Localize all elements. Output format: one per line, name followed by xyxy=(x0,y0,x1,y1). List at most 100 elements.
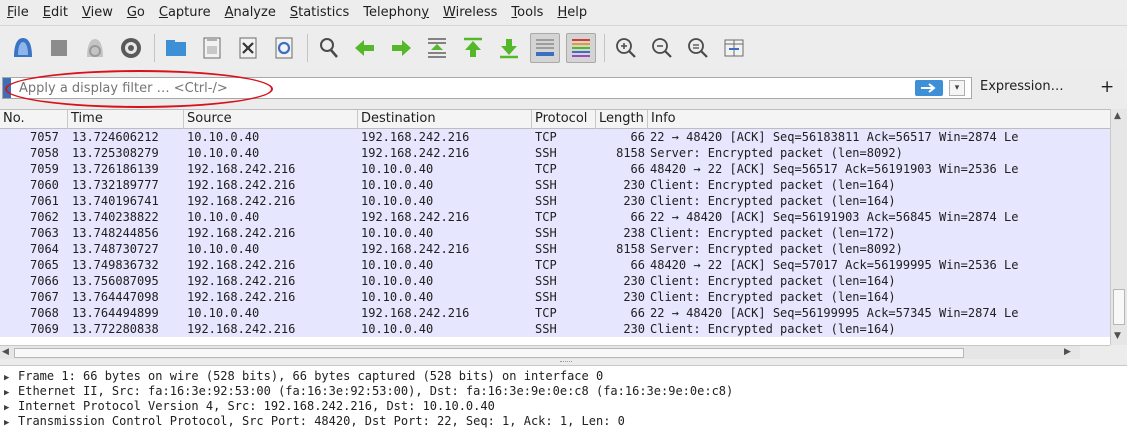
detail-text: Frame 1: 66 bytes on wire (528 bits), 66… xyxy=(18,369,604,383)
packet-row[interactable]: 7059 13.726186139 192.168.242.216 10.10.0.4… xyxy=(0,161,1110,177)
packet-protocol: SSH xyxy=(535,226,557,240)
packet-info: Client: Encrypted packet (len=164) xyxy=(650,290,896,304)
go-to-packet-icon[interactable] xyxy=(422,33,452,63)
column-header-no[interactable]: No. xyxy=(0,110,68,129)
packet-info: 22 → 48420 [ACK] Seq=56199995 Ack=57345 … xyxy=(650,306,1019,320)
menu-tools[interactable]: Tools xyxy=(504,0,550,26)
column-header-info[interactable]: Info xyxy=(648,110,1110,129)
scroll-right-icon[interactable]: ▶ xyxy=(1064,346,1071,359)
colorize-icon[interactable] xyxy=(566,33,596,63)
packet-destination: 10.10.0.40 xyxy=(361,178,434,192)
packet-info: 48420 → 22 [ACK] Seq=56517 Ack=56191903 … xyxy=(650,162,1019,176)
packet-row[interactable]: 7064 13.748730727 10.10.0.40 192.168.242.21… xyxy=(0,241,1110,257)
column-header-length[interactable]: Length xyxy=(596,110,648,129)
packet-number: 7060 xyxy=(30,178,59,192)
resize-columns-icon[interactable] xyxy=(719,33,749,63)
packet-row[interactable]: 7066 13.756087095 192.168.242.216 10.10.0.4… xyxy=(0,273,1110,289)
packet-row[interactable]: 7063 13.748244856 192.168.242.216 10.10.0.4… xyxy=(0,225,1110,241)
menu-edit[interactable]: Edit xyxy=(36,0,75,26)
packet-number: 7062 xyxy=(30,210,59,224)
go-forward-icon[interactable] xyxy=(386,33,416,63)
toolbar-separator xyxy=(154,34,155,62)
column-header-time[interactable]: Time xyxy=(68,110,184,129)
packet-details-pane[interactable]: ▶ Frame 1: 66 bytes on wire (528 bits), 6… xyxy=(0,365,1127,436)
menu-telephony[interactable]: Telephony xyxy=(356,0,436,26)
column-header-protocol[interactable]: Protocol xyxy=(532,110,596,129)
detail-tree-item[interactable]: ▶ Frame 1: 66 bytes on wire (528 bits), 6… xyxy=(4,369,603,384)
scrollbar-thumb[interactable] xyxy=(1113,289,1125,325)
apply-filter-arrow-icon[interactable] xyxy=(915,80,943,96)
packet-row[interactable]: 7068 13.764494899 10.10.0.40 192.168.242.21… xyxy=(0,305,1110,321)
go-last-icon[interactable] xyxy=(494,33,524,63)
menu-file[interactable]: File xyxy=(0,0,36,26)
scroll-up-icon[interactable]: ▲ xyxy=(1114,111,1121,121)
add-filter-button[interactable]: + xyxy=(1100,77,1114,97)
packet-info: 48420 → 22 [ACK] Seq=57017 Ack=56199995 … xyxy=(650,258,1019,272)
close-file-icon[interactable] xyxy=(233,33,263,63)
packet-time: 13.748244856 xyxy=(72,226,159,240)
filter-bookmark-icon[interactable] xyxy=(3,78,11,98)
detail-tree-item[interactable]: ▶ Internet Protocol Version 4, Src: 192.1… xyxy=(4,399,495,414)
menu-statistics[interactable]: Statistics xyxy=(283,0,356,26)
detail-tree-item[interactable]: ▶ Ethernet II, Src: fa:16:3e:92:53:00 (fa… xyxy=(4,384,733,399)
menu-analyze[interactable]: Analyze xyxy=(218,0,283,26)
packet-length: 66 xyxy=(630,162,645,176)
capture-options-icon[interactable] xyxy=(116,33,146,63)
stop-capture-icon[interactable] xyxy=(44,33,74,63)
packet-number: 7065 xyxy=(30,258,59,272)
column-header-source[interactable]: Source xyxy=(184,110,358,129)
zoom-in-icon[interactable] xyxy=(611,33,641,63)
column-header-destination[interactable]: Destination xyxy=(358,110,532,129)
packet-info: 22 → 48420 [ACK] Seq=56191903 Ack=56845 … xyxy=(650,210,1019,224)
start-capture-icon[interactable] xyxy=(8,33,38,63)
menu-go[interactable]: Go xyxy=(120,0,152,26)
detail-tree-item[interactable]: ▶ Transmission Control Protocol, Src Port… xyxy=(4,414,625,429)
menu-view[interactable]: View xyxy=(75,0,120,26)
expression-button[interactable]: Expression… xyxy=(980,79,1064,94)
save-file-icon[interactable] xyxy=(197,33,227,63)
packet-row[interactable]: 7067 13.764447098 192.168.242.216 10.10.0.4… xyxy=(0,289,1110,305)
packet-protocol: SSH xyxy=(535,178,557,192)
packet-length: 230 xyxy=(623,178,645,192)
packet-length: 66 xyxy=(630,306,645,320)
menu-wireless[interactable]: Wireless xyxy=(436,0,504,26)
display-filter-input[interactable] xyxy=(11,80,891,96)
packet-row[interactable]: 7065 13.749836732 192.168.242.216 10.10.0.4… xyxy=(0,257,1110,273)
go-back-icon[interactable] xyxy=(350,33,380,63)
packet-row[interactable]: 7057 13.724606212 10.10.0.40 192.168.242.21… xyxy=(0,129,1110,145)
packet-list-header: No. Time Source Destination Protocol Len… xyxy=(0,110,1110,129)
packet-row[interactable]: 7061 13.740196741 192.168.242.216 10.10.0.4… xyxy=(0,193,1110,209)
auto-scroll-icon[interactable] xyxy=(530,33,560,63)
find-packet-icon[interactable] xyxy=(314,33,344,63)
scroll-left-icon[interactable]: ◀ xyxy=(2,346,9,359)
packet-time: 13.772280838 xyxy=(72,322,159,336)
packet-time: 13.726186139 xyxy=(72,162,159,176)
splitter-grip[interactable] xyxy=(560,361,572,363)
open-file-icon[interactable] xyxy=(161,33,191,63)
packet-number: 7059 xyxy=(30,162,59,176)
expand-arrow-icon[interactable]: ▶ xyxy=(4,416,18,431)
packet-length: 238 xyxy=(623,226,645,240)
menu-capture[interactable]: Capture xyxy=(152,0,218,26)
packet-info: Server: Encrypted packet (len=8092) xyxy=(650,242,903,256)
packet-list-vertical-scrollbar[interactable]: ▲ ▼ xyxy=(1110,109,1127,345)
scroll-down-icon[interactable]: ▼ xyxy=(1114,331,1121,341)
packet-number: 7064 xyxy=(30,242,59,256)
packet-row[interactable]: 7060 13.732189777 192.168.242.216 10.10.0.4… xyxy=(0,177,1110,193)
packet-list-horizontal-scrollbar[interactable]: ◀ ▶ xyxy=(0,345,1110,359)
packet-info: Client: Encrypted packet (len=164) xyxy=(650,178,896,192)
reload-file-icon[interactable] xyxy=(269,33,299,63)
restart-capture-icon[interactable] xyxy=(80,33,110,63)
packet-list[interactable]: No. Time Source Destination Protocol Len… xyxy=(0,109,1110,345)
packet-source: 192.168.242.216 xyxy=(187,194,296,208)
go-first-icon[interactable] xyxy=(458,33,488,63)
packet-row[interactable]: 7058 13.725308279 10.10.0.40 192.168.242.21… xyxy=(0,145,1110,161)
packet-row[interactable]: 7069 13.772280838 192.168.242.216 10.10.0.4… xyxy=(0,321,1110,337)
zoom-out-icon[interactable] xyxy=(647,33,677,63)
packet-row[interactable]: 7062 13.740238822 10.10.0.40 192.168.242.21… xyxy=(0,209,1110,225)
packet-length: 8158 xyxy=(616,242,645,256)
chevron-down-icon[interactable]: ▾ xyxy=(949,80,965,96)
scrollbar-thumb[interactable] xyxy=(14,348,964,358)
zoom-normal-icon[interactable] xyxy=(683,33,713,63)
menu-help[interactable]: Help xyxy=(550,0,594,26)
